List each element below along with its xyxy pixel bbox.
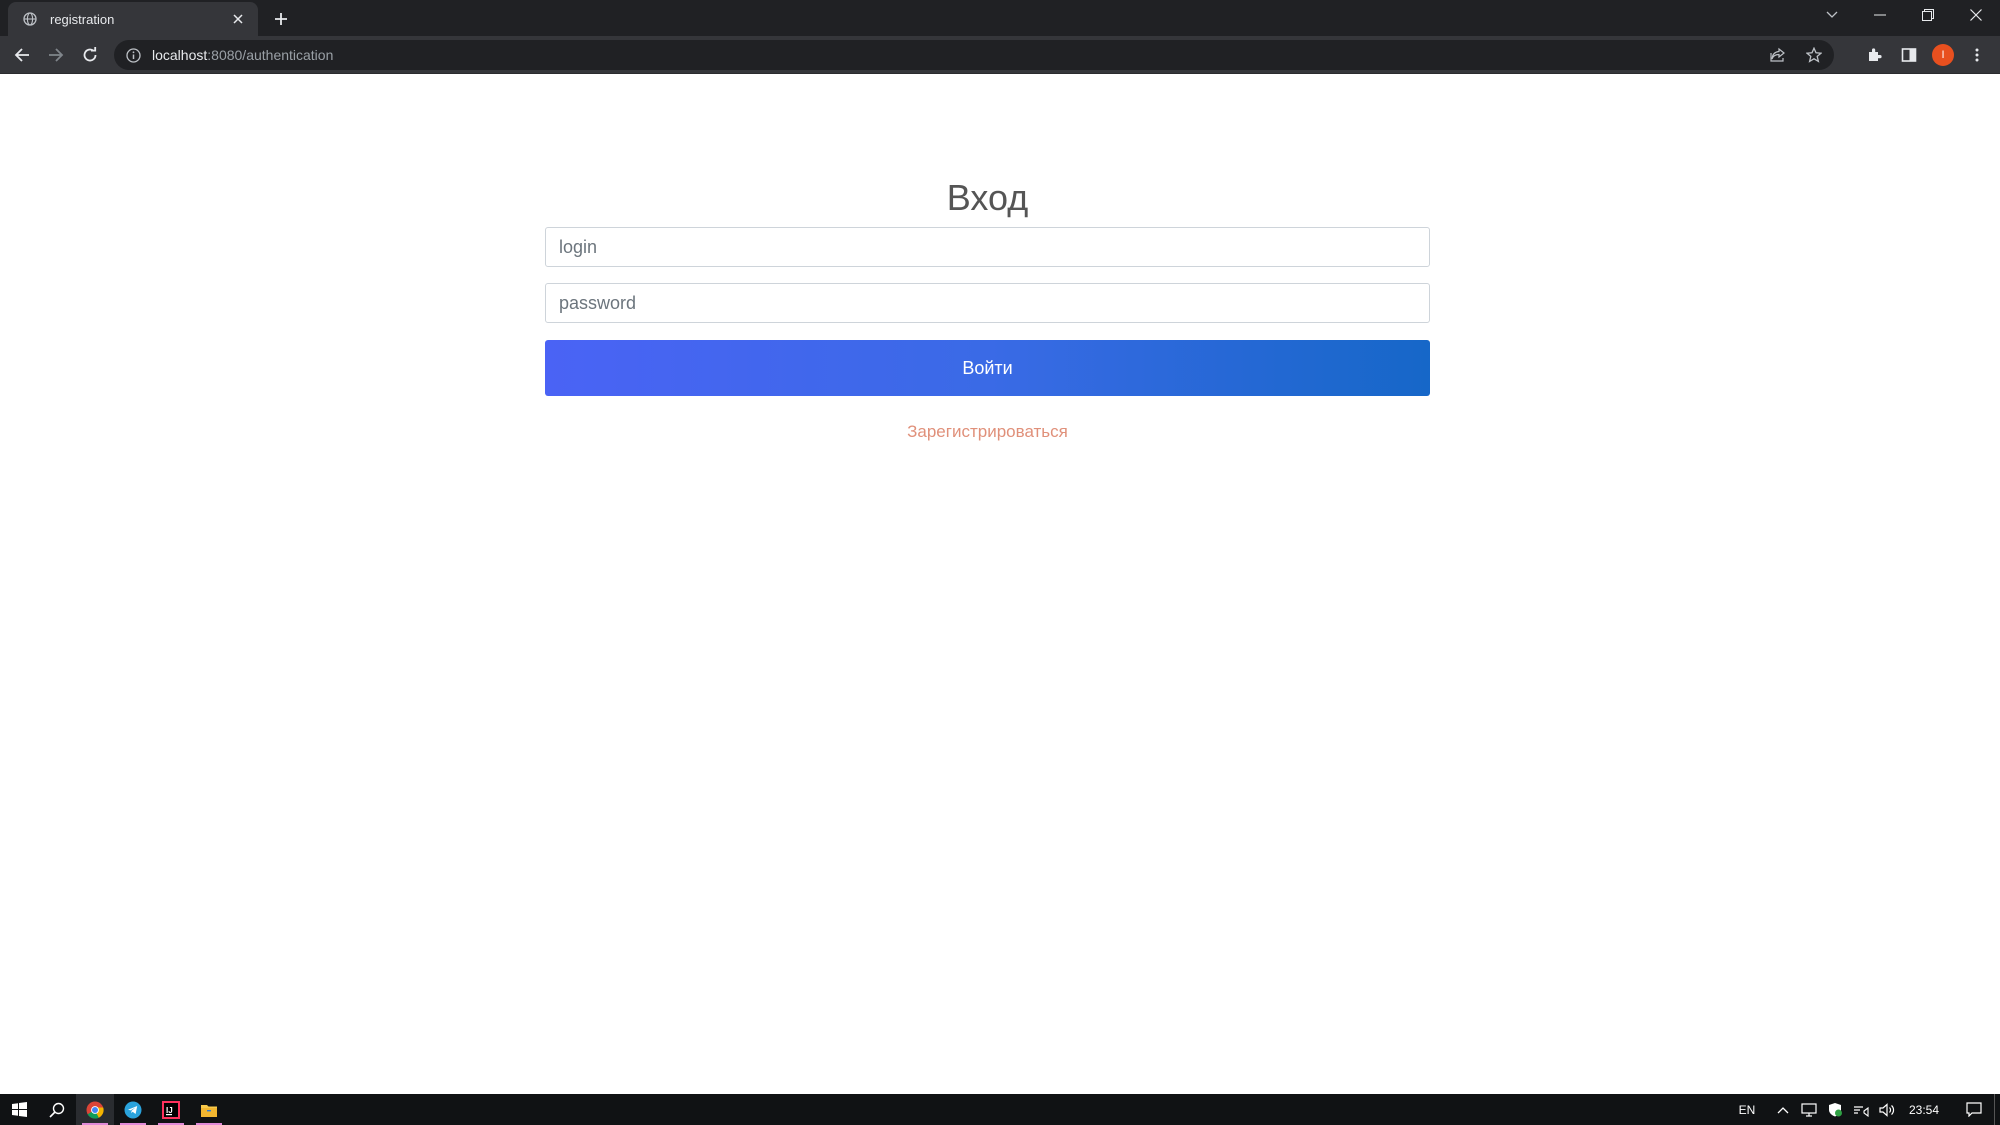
browser-tab-strip: registration [0, 0, 2000, 36]
avatar: I [1932, 44, 1954, 66]
taskbar-chrome[interactable] [76, 1094, 114, 1125]
tab-search-button[interactable] [1808, 0, 1856, 30]
chevron-down-icon [1826, 11, 1838, 18]
back-button[interactable] [8, 41, 36, 69]
windows-logo-icon [11, 1102, 27, 1117]
svg-text:IJ: IJ [166, 1106, 173, 1115]
address-bar[interactable]: localhost:8080/authentication [114, 40, 1834, 70]
globe-icon [22, 11, 38, 27]
minimize-icon [1874, 14, 1886, 16]
arrow-right-icon [49, 48, 64, 62]
password-input[interactable] [545, 283, 1430, 323]
show-desktop-button[interactable] [1994, 1094, 2000, 1125]
taskbar-telegram[interactable] [114, 1094, 152, 1125]
restore-icon [1922, 9, 1934, 21]
search-button[interactable] [38, 1094, 76, 1125]
search-icon [49, 1102, 65, 1118]
page-content: Вход Войти Зарегистрироваться [0, 74, 2000, 1094]
url-path: :8080/authentication [207, 47, 334, 63]
browser-tab[interactable]: registration [8, 2, 258, 36]
folder-icon [201, 1104, 217, 1117]
language-indicator[interactable]: EN [1734, 1094, 1760, 1125]
url-text: localhost:8080/authentication [152, 47, 333, 63]
taskbar-file-explorer[interactable] [190, 1094, 228, 1125]
close-icon [1970, 9, 1982, 21]
taskbar-intellij[interactable]: IJ [152, 1094, 190, 1125]
chrome-icon [86, 1101, 104, 1119]
wifi-icon[interactable] [1848, 1094, 1874, 1125]
windows-taskbar: IJ EN 23:54 [0, 1094, 2000, 1125]
arrow-left-icon [14, 48, 29, 62]
telegram-icon [124, 1101, 142, 1118]
volume-icon[interactable] [1874, 1094, 1900, 1125]
system-tray: EN 23:54 [1734, 1094, 2000, 1125]
intellij-icon: IJ [162, 1100, 180, 1119]
side-panel-icon[interactable] [1896, 41, 1922, 69]
register-link[interactable]: Зарегистрироваться [545, 422, 1430, 442]
close-window-button[interactable] [1952, 0, 2000, 30]
browser-toolbar: localhost:8080/authentication I [0, 36, 2000, 74]
reload-icon [83, 47, 97, 62]
security-shield-icon[interactable] [1822, 1094, 1848, 1125]
url-host: localhost [152, 47, 208, 63]
share-icon[interactable] [1766, 43, 1790, 67]
forward-button[interactable] [42, 41, 70, 69]
reload-button[interactable] [76, 41, 104, 69]
login-input[interactable] [545, 227, 1430, 267]
login-form: Вход Войти Зарегистрироваться [545, 170, 1430, 442]
new-tab-button[interactable] [268, 6, 294, 32]
info-icon[interactable] [124, 46, 142, 64]
profile-avatar[interactable]: I [1930, 41, 1956, 69]
tab-title: registration [50, 11, 115, 27]
plus-icon [275, 13, 287, 25]
clock[interactable]: 23:54 [1906, 1094, 1942, 1125]
window-controls [1808, 0, 2000, 30]
close-tab-icon[interactable] [228, 9, 248, 29]
chevron-up-icon[interactable] [1770, 1094, 1796, 1125]
minimize-button[interactable] [1856, 0, 1904, 30]
extensions-icon[interactable] [1862, 41, 1888, 69]
restore-button[interactable] [1904, 0, 1952, 30]
login-button[interactable]: Войти [545, 340, 1430, 396]
network-icon[interactable] [1796, 1094, 1822, 1125]
page-title: Вход [946, 177, 1029, 218]
notifications-icon[interactable] [1954, 1094, 1994, 1125]
start-button[interactable] [0, 1094, 38, 1125]
kebab-menu-icon[interactable] [1964, 41, 1990, 69]
bookmark-star-icon[interactable] [1802, 43, 1826, 67]
